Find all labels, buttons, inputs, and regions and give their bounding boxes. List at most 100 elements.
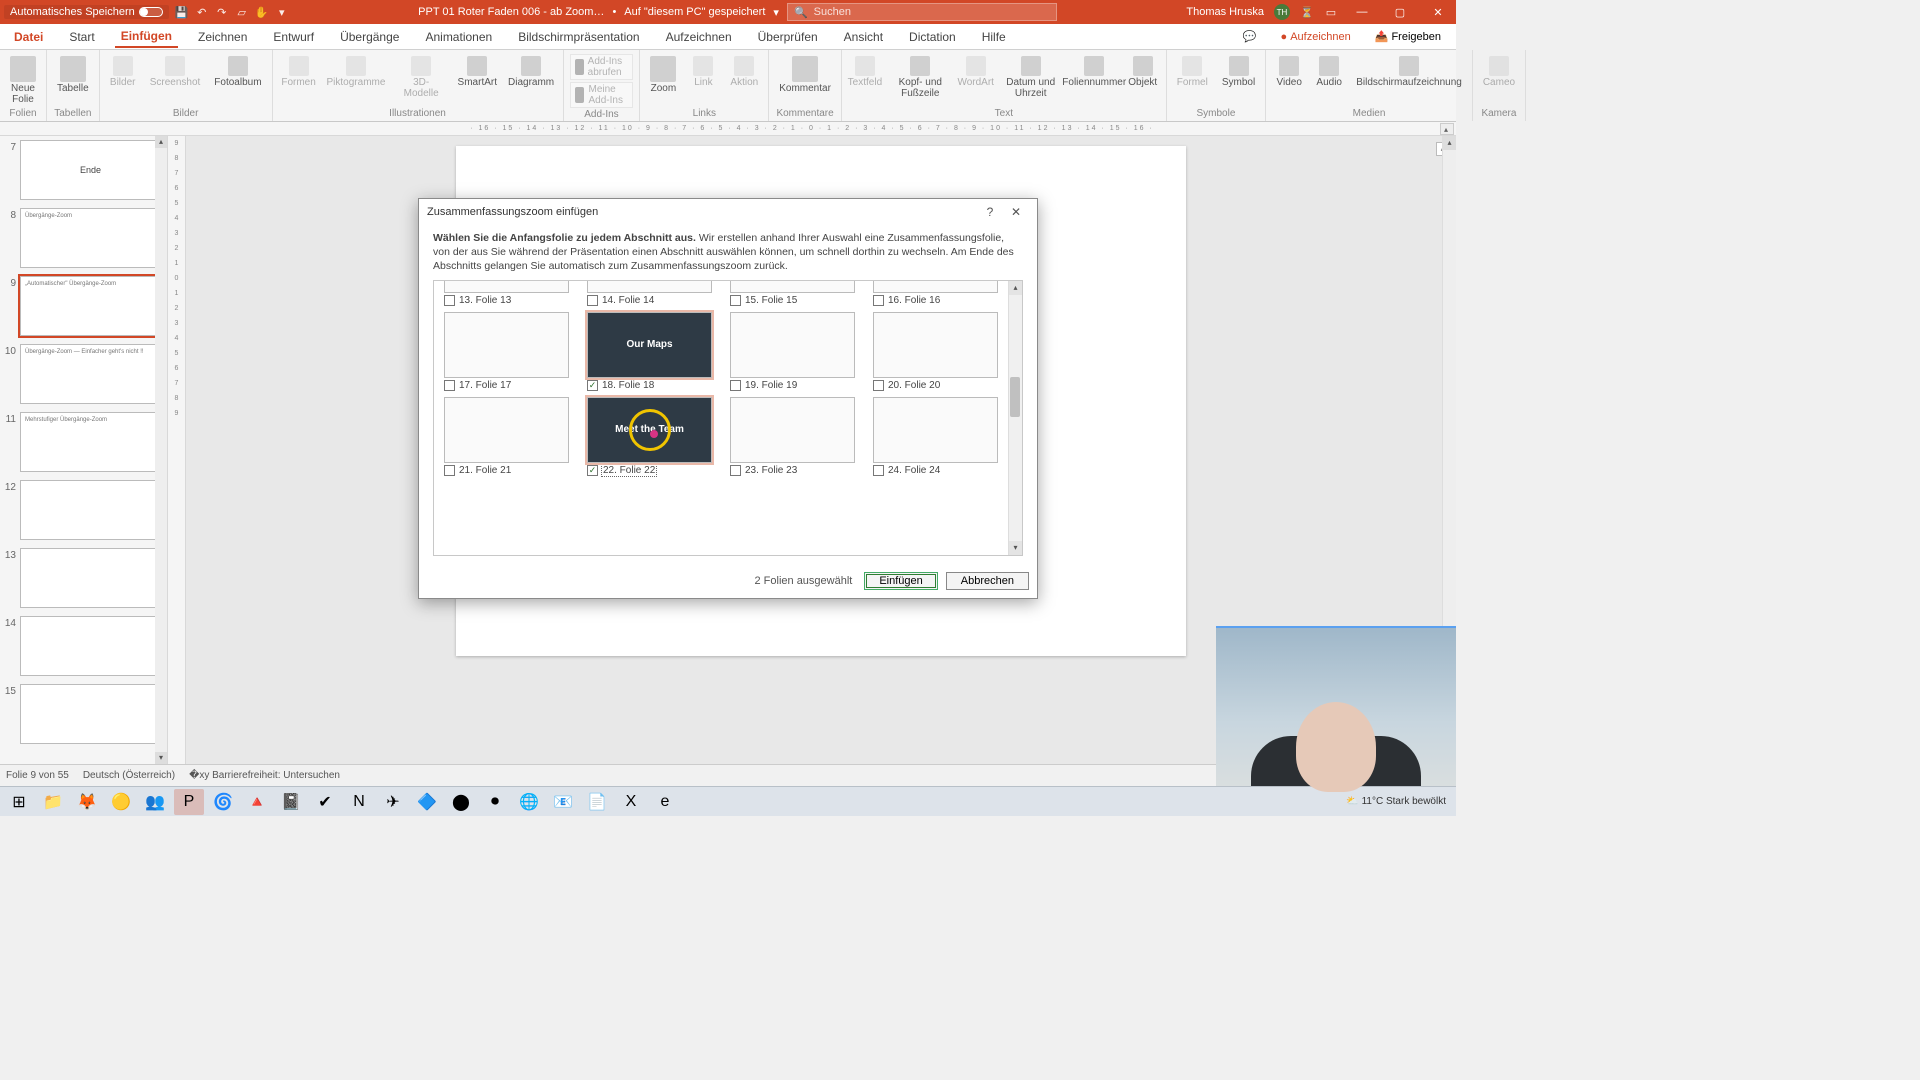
slide-tile[interactable]: 23. Folie 23 <box>730 397 855 476</box>
tab-start[interactable]: Start <box>63 27 100 47</box>
slide-tile[interactable]: 24. Folie 24 <box>873 397 998 476</box>
obs-icon[interactable]: ⬤ <box>446 789 476 815</box>
new-slide-button[interactable]: Neue Folie <box>6 54 40 107</box>
action-button[interactable]: Aktion <box>726 54 762 90</box>
symbol-button[interactable]: Symbol <box>1218 54 1259 90</box>
qat-dropdown-icon[interactable]: ▾ <box>275 5 289 19</box>
tile-checkbox[interactable] <box>873 295 884 306</box>
slide-tile[interactable]: 13. Folie 13 <box>444 280 569 306</box>
powerpoint-icon[interactable]: P <box>174 789 204 815</box>
autosave-toggle[interactable]: Automatisches Speichern <box>4 5 169 19</box>
smartart-button[interactable]: SmartArt <box>455 54 500 90</box>
dialog-close-icon[interactable]: ✕ <box>1003 201 1029 223</box>
grid-scroll-up-icon[interactable]: ▴ <box>1009 281 1022 295</box>
mail-icon[interactable]: 📧 <box>548 789 578 815</box>
tab-design[interactable]: Entwurf <box>267 27 320 47</box>
tab-transitions[interactable]: Übergänge <box>334 27 405 47</box>
cancel-button[interactable]: Abbrechen <box>946 572 1029 590</box>
zoom-button[interactable]: Zoom <box>646 54 680 96</box>
equation-button[interactable]: Formel <box>1173 54 1212 90</box>
ribbon-display-icon[interactable]: ▭ <box>1324 5 1338 19</box>
redo-icon[interactable]: ↷ <box>215 5 229 19</box>
slide-tile[interactable]: 16. Folie 16 <box>873 280 998 306</box>
app3-icon[interactable]: 🌐 <box>514 789 544 815</box>
vlc-icon[interactable]: 🔺 <box>242 789 272 815</box>
record-button[interactable]: ● Aufzeichnen <box>1274 28 1358 46</box>
language-indicator[interactable]: Deutsch (Österreich) <box>83 770 175 781</box>
slide-thumbnail[interactable]: 13 <box>0 544 167 612</box>
file-explorer-icon[interactable]: 📁 <box>38 789 68 815</box>
slide-indicator[interactable]: Folie 9 von 55 <box>6 770 69 781</box>
search-input[interactable]: 🔍 Suchen <box>787 3 1057 21</box>
slide-tile[interactable]: 14. Folie 14 <box>587 280 712 306</box>
slide-thumbnail[interactable]: 11 Mehrstufiger Übergänge-Zoom <box>0 408 167 476</box>
teams-icon[interactable]: 👥 <box>140 789 170 815</box>
tile-checkbox[interactable] <box>873 465 884 476</box>
screenshot-button[interactable]: Screenshot <box>146 54 205 90</box>
tile-checkbox[interactable] <box>587 380 598 391</box>
ruler-scroll-up-icon[interactable]: ▴ <box>1440 123 1454 135</box>
pictures-button[interactable]: Bilder <box>106 54 140 90</box>
video-button[interactable]: Video <box>1272 54 1306 90</box>
tab-insert[interactable]: Einfügen <box>115 26 178 48</box>
tile-checkbox[interactable] <box>730 465 741 476</box>
object-button[interactable]: Objekt <box>1126 54 1160 90</box>
slide-thumbnail[interactable]: 8 Übergänge-Zoom <box>0 204 167 272</box>
chart-button[interactable]: Diagramm <box>506 54 557 90</box>
tab-slideshow[interactable]: Bildschirmpräsentation <box>512 27 645 47</box>
coming-soon-icon[interactable]: ⏳ <box>1300 5 1314 19</box>
app4-icon[interactable]: 📄 <box>582 789 612 815</box>
slide-number-button[interactable]: Foliennummer <box>1069 54 1120 90</box>
tile-checkbox[interactable] <box>587 465 598 476</box>
onenote-win-icon[interactable]: 📓 <box>276 789 306 815</box>
canvas-scroll-up-icon[interactable]: ▴ <box>1443 136 1456 150</box>
user-avatar[interactable]: TH <box>1274 4 1290 20</box>
tab-animations[interactable]: Animationen <box>419 27 498 47</box>
slide-thumbnail-panel[interactable]: 7 Ende8 Übergänge-Zoom9 „Automatischer" … <box>0 136 168 764</box>
audio-button[interactable]: Audio <box>1312 54 1346 90</box>
telegram-icon[interactable]: ✈ <box>378 789 408 815</box>
todo-icon[interactable]: ✔ <box>310 789 340 815</box>
slide-tile[interactable]: 17. Folie 17 <box>444 312 569 391</box>
slide-thumbnail[interactable]: 15 <box>0 680 167 748</box>
start-menu-icon[interactable]: ⊞ <box>4 789 34 815</box>
app2-icon[interactable]: 🔷 <box>412 789 442 815</box>
tab-file[interactable]: Datei <box>8 27 49 47</box>
from-beginning-icon[interactable]: ▱ <box>235 5 249 19</box>
save-icon[interactable]: 💾 <box>175 5 189 19</box>
slide-thumbnail[interactable]: 14 <box>0 612 167 680</box>
slide-tile[interactable]: Meet the Team 22. Folie 22 <box>587 397 712 476</box>
photo-album-button[interactable]: Fotoalbum <box>210 54 265 90</box>
tile-checkbox[interactable] <box>730 295 741 306</box>
accessibility-check[interactable]: �ху Barrierefreiheit: Untersuchen <box>189 770 340 781</box>
slide-tile[interactable]: 15. Folie 15 <box>730 280 855 306</box>
header-footer-button[interactable]: Kopf- und Fußzeile <box>888 54 953 101</box>
share-button[interactable]: 📤 Freigeben <box>1368 27 1448 46</box>
onenote-icon[interactable]: N <box>344 789 374 815</box>
wordart-button[interactable]: WordArt <box>959 54 993 90</box>
close-icon[interactable]: ✕ <box>1424 3 1452 21</box>
tile-checkbox[interactable] <box>873 380 884 391</box>
tile-checkbox[interactable] <box>730 380 741 391</box>
minimize-icon[interactable]: — <box>1348 3 1376 21</box>
tab-review[interactable]: Überprüfen <box>752 27 824 47</box>
dialog-help-icon[interactable]: ? <box>977 201 1003 223</box>
textbox-button[interactable]: Textfeld <box>848 54 882 90</box>
date-time-button[interactable]: Datum und Uhrzeit <box>999 54 1063 101</box>
get-addins-button[interactable]: Add-Ins abrufen <box>570 54 634 80</box>
shapes-button[interactable]: Formen <box>279 54 319 90</box>
tab-record[interactable]: Aufzeichnen <box>660 27 738 47</box>
grid-scroll-down-icon[interactable]: ▾ <box>1009 541 1022 555</box>
tile-checkbox[interactable] <box>444 380 455 391</box>
icons-button[interactable]: Piktogramme <box>325 54 388 90</box>
link-button[interactable]: Link <box>686 54 720 90</box>
tab-dictation[interactable]: Dictation <box>903 27 962 47</box>
slide-tile[interactable]: Our Maps 18. Folie 18 <box>587 312 712 391</box>
tab-help[interactable]: Hilfe <box>976 27 1012 47</box>
undo-icon[interactable]: ↶ <box>195 5 209 19</box>
table-button[interactable]: Tabelle <box>53 54 93 96</box>
tile-checkbox[interactable] <box>587 295 598 306</box>
screen-recording-button[interactable]: Bildschirmaufzeichnung <box>1352 54 1466 90</box>
scroll-up-icon[interactable]: ▴ <box>155 136 167 148</box>
cameo-button[interactable]: Cameo <box>1479 54 1519 90</box>
